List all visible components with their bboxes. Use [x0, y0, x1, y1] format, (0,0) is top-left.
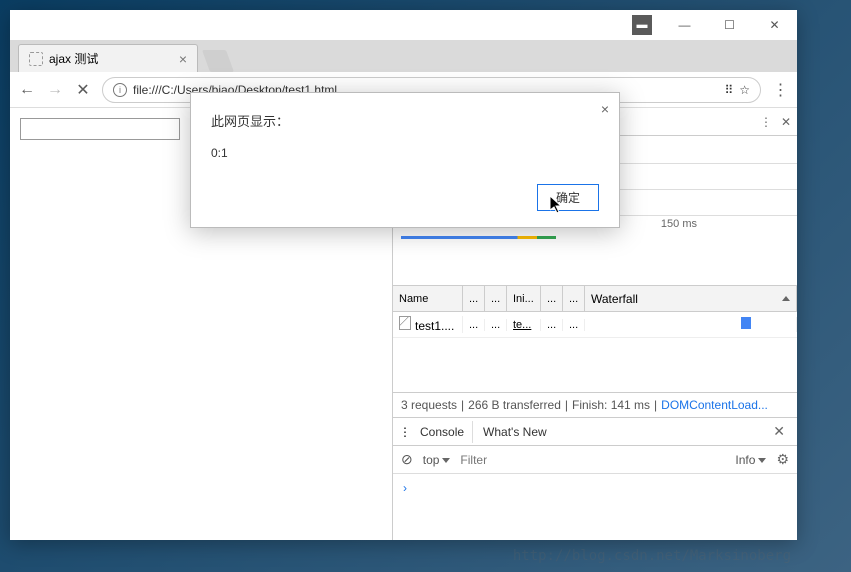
console-body[interactable]: › [393, 474, 797, 540]
drawer-tab-console[interactable]: Console [412, 421, 473, 443]
timeline-track [401, 236, 789, 239]
alert-title: 此网页显示： [211, 111, 599, 130]
site-info-icon[interactable]: i [113, 83, 127, 97]
maximize-button[interactable]: ☐ [707, 10, 752, 40]
network-table-header: Name ... ... Ini... ... ... Waterfall [393, 286, 797, 312]
table-row[interactable]: test1.... ... ... te... ... ... [393, 312, 797, 338]
back-button[interactable]: ← [18, 81, 36, 99]
drawer-tabs: ⋮ Console What's New ✕ [393, 418, 797, 446]
network-status-bar: 3 requests| 266 B transferred| Finish: 1… [393, 392, 797, 418]
cell-d2: ... [485, 319, 507, 331]
window-titlebar: ▬ — ☐ ✕ [10, 10, 797, 40]
timeline-label: 150 ms [661, 218, 697, 230]
file-icon [399, 316, 411, 330]
console-context[interactable]: top [423, 453, 451, 467]
gear-icon[interactable]: ⚙ [776, 451, 789, 468]
col-initiator[interactable]: Ini... [507, 286, 541, 311]
alert-message: 0:1 [211, 146, 599, 160]
stop-button[interactable]: ✕ [74, 81, 92, 99]
browser-tab[interactable]: ajax 测试 × [18, 44, 198, 72]
tab-close-icon[interactable]: × [179, 51, 187, 67]
cell-d1: ... [463, 319, 485, 331]
cell-name: test1.... [393, 316, 463, 333]
sort-icon [782, 296, 790, 301]
status-dcl: DOMContentLoad... [661, 398, 768, 412]
browser-window: ▬ — ☐ ✕ ajax 测试 × ← → ✕ i file:///C:/Use… [10, 10, 797, 540]
watermark-text: http://blog.csdn.net/Marksinoberg [513, 548, 791, 564]
drawer-tab-whatsnew[interactable]: What's New [475, 421, 555, 443]
table-empty [393, 338, 797, 392]
cell-waterfall [585, 317, 797, 332]
console-level[interactable]: Info [735, 453, 766, 467]
devtools-close-icon[interactable]: ✕ [781, 115, 791, 129]
new-tab-button[interactable] [202, 50, 234, 72]
col-dots1[interactable]: ... [463, 286, 485, 311]
tab-title: ajax 测试 [49, 50, 98, 67]
chevron-down-icon [442, 458, 450, 463]
drawer-close-icon[interactable]: ✕ [767, 423, 791, 440]
col-waterfall[interactable]: Waterfall [585, 286, 797, 311]
status-finish: Finish: 141 ms [572, 398, 650, 412]
alert-close-icon[interactable]: × [601, 101, 609, 117]
drawer-menu-icon[interactable]: ⋮ [399, 425, 410, 439]
console-filter-input[interactable] [460, 453, 725, 467]
devtools-menu-icon[interactable]: ⋮ [760, 115, 771, 129]
col-dots4[interactable]: ... [563, 286, 585, 311]
console-prompt-icon: › [403, 481, 407, 495]
translate-icon[interactable]: ⠿ [724, 83, 733, 97]
user-icon[interactable]: ▬ [632, 15, 652, 35]
status-requests: 3 requests [401, 398, 457, 412]
bookmark-icon[interactable]: ☆ [739, 83, 750, 97]
alert-ok-button[interactable]: 确定 [537, 184, 599, 211]
col-dots3[interactable]: ... [541, 286, 563, 311]
col-dots2[interactable]: ... [485, 286, 507, 311]
forward-button[interactable]: → [46, 81, 64, 99]
cell-d4: ... [563, 319, 585, 331]
waterfall-bar [741, 317, 751, 329]
cursor-icon [550, 196, 564, 217]
chevron-down-icon [758, 458, 766, 463]
clear-console-icon[interactable]: ⊘ [401, 451, 413, 468]
col-name[interactable]: Name [393, 286, 463, 311]
minimize-button[interactable]: — [662, 10, 707, 40]
page-text-input[interactable] [20, 118, 180, 140]
status-transferred: 266 B transferred [468, 398, 561, 412]
cell-initiator[interactable]: te... [507, 319, 541, 331]
cell-d3: ... [541, 319, 563, 331]
close-button[interactable]: ✕ [752, 10, 797, 40]
tab-strip: ajax 测试 × [10, 40, 797, 72]
menu-button[interactable]: ⋮ [771, 81, 789, 99]
favicon-icon [29, 52, 43, 66]
console-toolbar: ⊘ top Info ⚙ [393, 446, 797, 474]
